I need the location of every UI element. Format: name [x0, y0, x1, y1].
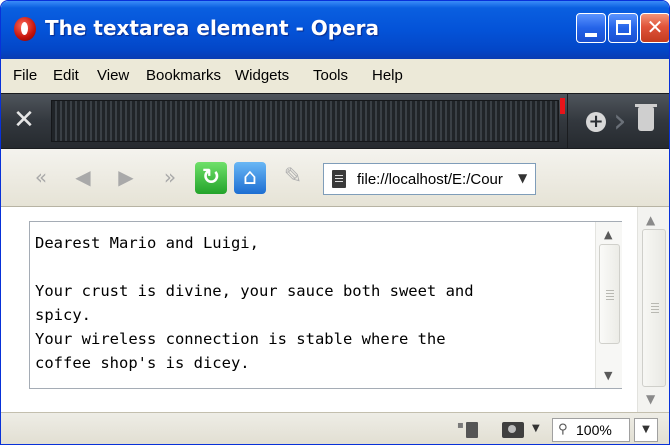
address-field[interactable]: file://localhost/E:/Cour ▼	[323, 163, 536, 195]
title-bar[interactable]: The textarea element - Opera ✕	[1, 1, 669, 59]
reload-icon[interactable]: ↻	[195, 162, 227, 194]
chevron-down-icon[interactable]: ▼	[518, 171, 527, 185]
menu-view[interactable]: View	[97, 67, 129, 84]
close-button[interactable]: ✕	[640, 13, 669, 43]
menu-widgets[interactable]: Widgets	[235, 67, 289, 84]
panel-marker	[560, 98, 565, 114]
zoom-dropdown-button[interactable]: ▼	[634, 418, 658, 442]
chevron-right-icon: ›	[613, 101, 627, 141]
opera-icon	[14, 17, 36, 41]
status-bar: ▼ ⚲ 100% ▼	[1, 412, 669, 444]
message-textarea[interactable]: Dearest Mario and Luigi, Your crust is d…	[29, 221, 622, 389]
page-content: Dearest Mario and Luigi, Your crust is d…	[1, 207, 669, 412]
chevron-down-icon[interactable]: ▼	[532, 423, 540, 434]
menu-edit[interactable]: Edit	[53, 67, 79, 84]
page-scrollbar[interactable]: ▲ ▼	[637, 207, 669, 412]
zoom-icon: ⚲	[558, 422, 568, 437]
grip-icon	[651, 303, 659, 313]
minimize-icon	[585, 33, 597, 37]
textarea-scroll-thumb[interactable]	[599, 244, 620, 344]
close-icon: ✕	[646, 15, 664, 39]
maximize-icon	[616, 20, 631, 35]
page-scroll-thumb[interactable]	[642, 229, 666, 387]
add-panel-icon[interactable]: +	[586, 112, 606, 132]
scroll-down-icon[interactable]: ▼	[646, 392, 655, 406]
fast-forward-icon[interactable]: »	[158, 164, 182, 190]
textarea-text[interactable]: Dearest Mario and Luigi, Your crust is d…	[35, 231, 590, 375]
back-icon[interactable]: ◀	[71, 164, 95, 190]
trash-icon[interactable]	[635, 104, 657, 131]
menu-file[interactable]: File	[13, 67, 37, 84]
scroll-up-icon[interactable]: ▲	[646, 213, 655, 227]
maximize-button[interactable]	[608, 13, 638, 43]
panel-bar: ✕ + ›	[1, 93, 669, 149]
menu-bar: File Edit View Bookmarks Widgets Tools H…	[1, 59, 669, 93]
scroll-down-icon[interactable]: ▼	[604, 369, 612, 382]
image-icon[interactable]	[502, 422, 524, 438]
rewind-icon[interactable]: «	[29, 164, 53, 190]
window-title: The textarea element - Opera	[45, 16, 380, 40]
address-input[interactable]: file://localhost/E:/Cour	[357, 171, 514, 188]
menu-help[interactable]: Help	[372, 67, 403, 84]
minimize-button[interactable]	[576, 13, 606, 43]
panel-strip[interactable]	[51, 100, 559, 142]
forward-icon[interactable]: ▶	[114, 164, 138, 190]
document-icon[interactable]	[457, 420, 478, 438]
grip-icon	[606, 290, 614, 300]
tools-icon[interactable]: ✕	[9, 104, 39, 136]
zoom-value[interactable]: 100%	[576, 422, 612, 438]
navigation-toolbar: « ◀ ▶ » ↻ ⌂ ✎ file://localhost/E:/Cour ▼	[1, 149, 669, 207]
panel-divider	[567, 94, 568, 148]
menu-bookmarks[interactable]: Bookmarks	[146, 67, 221, 84]
home-icon[interactable]: ⌂	[234, 162, 266, 194]
edit-icon[interactable]: ✎	[279, 163, 307, 191]
menu-tools[interactable]: Tools	[313, 67, 348, 84]
scroll-up-icon[interactable]: ▲	[604, 228, 612, 241]
browser-window: The textarea element - Opera ✕ File Edit…	[0, 0, 670, 445]
textarea-scrollbar[interactable]: ▲ ▼	[595, 222, 622, 388]
zoom-field[interactable]: ⚲ 100%	[552, 418, 630, 442]
page-icon	[332, 170, 346, 188]
